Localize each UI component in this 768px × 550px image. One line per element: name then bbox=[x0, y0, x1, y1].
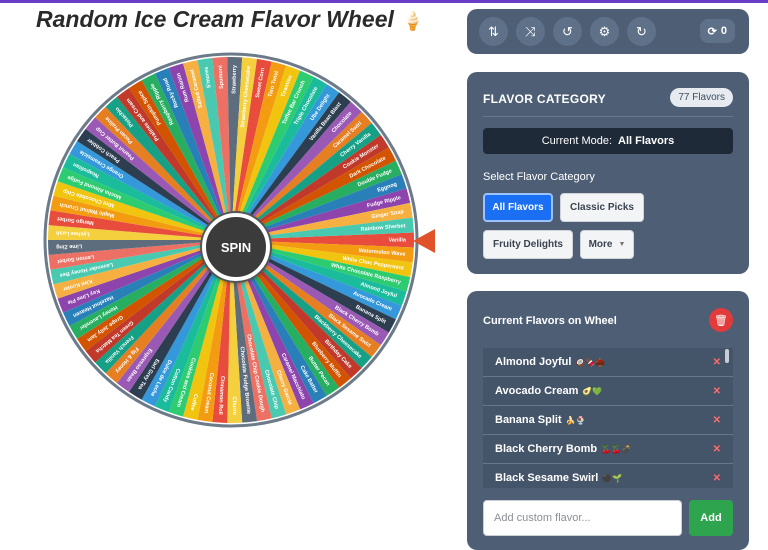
remove-flavor-button[interactable]: ✕ bbox=[713, 415, 721, 426]
clear-all-button[interactable]: 🗑 bbox=[709, 308, 733, 332]
flavor-name: Black Cherry Bomb bbox=[495, 443, 598, 455]
custom-flavor-input[interactable] bbox=[483, 500, 682, 536]
list-item: Almond Joyful 🥥🍫🌰 ✕ bbox=[483, 348, 733, 377]
shuffle-icon: ⤨ bbox=[525, 23, 536, 39]
current-flavors-heading: Current Flavors on Wheel bbox=[483, 315, 617, 327]
flavor-name: Black Sesame Swirl bbox=[495, 472, 599, 484]
flavor-emoji: ⚫🌱 bbox=[602, 474, 623, 483]
category-classic-picks[interactable]: Classic Picks bbox=[560, 193, 644, 222]
more-label: More bbox=[588, 239, 613, 250]
history-button[interactable]: ↺ bbox=[553, 17, 582, 46]
spin-counter: ⟳ 0 bbox=[699, 19, 735, 43]
flavor-count-badge: 77 Flavors bbox=[670, 88, 733, 107]
spin-count-value: 0 bbox=[720, 25, 727, 37]
category-heading: FLAVOR CATEGORY bbox=[483, 92, 606, 106]
reset-icon: ↻ bbox=[636, 23, 647, 39]
category-fruity-delights[interactable]: Fruity Delights bbox=[483, 230, 573, 259]
page-title: Random Ice Cream Flavor Wheel 🍦 bbox=[36, 6, 424, 33]
select-category-label: Select Flavor Category bbox=[483, 171, 595, 183]
wheel-segment-label: Vanilla bbox=[389, 237, 407, 243]
sort-icon: ⇅ bbox=[488, 23, 499, 39]
flavor-category-panel: FLAVOR CATEGORY 77 Flavors Current Mode:… bbox=[467, 72, 749, 274]
sort-button[interactable]: ⇅ bbox=[479, 17, 508, 46]
shuffle-button[interactable]: ⤨ bbox=[516, 17, 545, 46]
top-accent-line bbox=[0, 0, 768, 3]
page-title-text: Random Ice Cream Flavor Wheel bbox=[36, 6, 394, 32]
wheel-segment-label: Churro bbox=[231, 397, 237, 416]
wheel-segment-label: Strawberry bbox=[231, 64, 238, 94]
ice-cream-cone-icon: 🍦 bbox=[401, 11, 425, 31]
remove-flavor-button[interactable]: ✕ bbox=[713, 444, 721, 455]
flavor-emoji: 🍒🍒💣 bbox=[601, 445, 631, 454]
remove-flavor-button[interactable]: ✕ bbox=[713, 386, 721, 397]
flavor-emoji: 🍌🍨 bbox=[565, 416, 586, 425]
flavor-name: Avocado Cream bbox=[495, 385, 579, 397]
spin-button[interactable]: SPIN bbox=[202, 213, 270, 281]
history-icon: ↺ bbox=[562, 23, 573, 39]
scrollbar-thumb[interactable] bbox=[725, 349, 729, 363]
toolbar-panel: ⇅ ⤨ ↺ ⚙ ↻ ⟳ 0 bbox=[467, 9, 749, 54]
list-item: Black Cherry Bomb 🍒🍒💣 ✕ bbox=[483, 435, 733, 464]
trash-icon: 🗑 bbox=[714, 314, 728, 327]
remove-flavor-button[interactable]: ✕ bbox=[713, 473, 721, 484]
category-all-flavors[interactable]: All Flavors bbox=[483, 193, 553, 222]
counter-icon: ⟳ bbox=[707, 25, 717, 38]
settings-icon: ⚙ bbox=[598, 23, 611, 39]
list-item: Black Sesame Swirl ⚫🌱 ✕ bbox=[483, 464, 733, 488]
remove-flavor-button[interactable]: ✕ bbox=[713, 357, 721, 368]
mode-value: All Flavors bbox=[618, 135, 675, 147]
current-mode-bar: Current Mode: All Flavors bbox=[483, 128, 733, 154]
flavor-emoji: 🥑💚 bbox=[582, 387, 603, 396]
flavor-list-scrollbar[interactable] bbox=[725, 349, 729, 488]
settings-button[interactable]: ⚙ bbox=[590, 17, 619, 46]
add-flavor-button[interactable]: Add bbox=[689, 500, 733, 536]
divider bbox=[483, 116, 733, 117]
category-more-dropdown[interactable]: More ▼ bbox=[580, 230, 634, 259]
flavor-name: Banana Split bbox=[495, 414, 562, 426]
wheel-segment-label: Lime Zing bbox=[56, 243, 82, 250]
list-item: Banana Split 🍌🍨 ✕ bbox=[483, 406, 733, 435]
flavor-name: Almond Joyful bbox=[495, 356, 572, 368]
wheel-pointer bbox=[413, 229, 435, 253]
reset-button[interactable]: ↻ bbox=[627, 17, 656, 46]
flavor-list[interactable]: Almond Joyful 🥥🍫🌰 ✕ Avocado Cream 🥑💚 ✕ Banan… bbox=[483, 348, 733, 488]
flavor-emoji: 🥥🍫🌰 bbox=[575, 358, 606, 367]
chevron-down-icon: ▼ bbox=[618, 241, 626, 248]
mode-label: Current Mode: bbox=[541, 135, 613, 147]
list-item: Avocado Cream 🥑💚 ✕ bbox=[483, 377, 733, 406]
